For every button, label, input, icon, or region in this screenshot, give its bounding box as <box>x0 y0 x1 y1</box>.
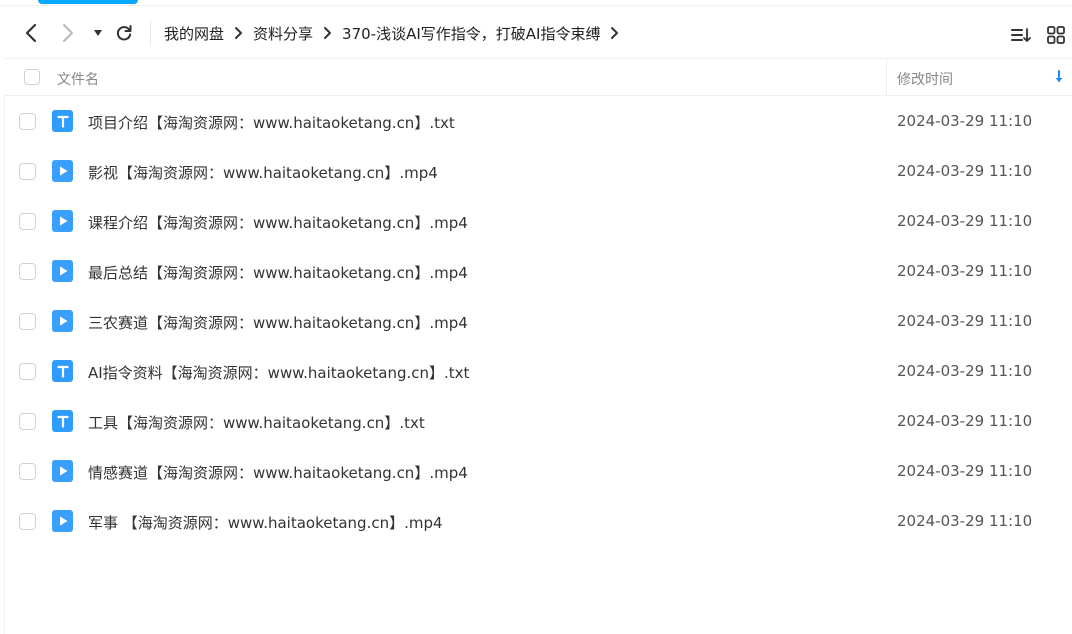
back-button[interactable] <box>18 20 44 46</box>
file-checkbox[interactable] <box>19 263 36 280</box>
file-name[interactable]: 最后总结【海淘资源网：www.haitaoketang.cn】.mp4 <box>88 262 468 283</box>
refresh-icon <box>116 25 132 41</box>
file-checkbox[interactable] <box>19 513 36 530</box>
forward-button[interactable] <box>55 20 81 46</box>
file-checkbox[interactable] <box>19 113 36 130</box>
breadcrumb-item-my-drive[interactable]: 我的网盘 <box>164 23 224 44</box>
file-row[interactable]: 军事 【海淘资源网：www.haitaoketang.cn】.mp4 2024-0… <box>4 496 1072 546</box>
file-list: 项目介绍【海淘资源网：www.haitaoketang.cn】.txt 2024-… <box>4 96 1072 546</box>
file-name[interactable]: 工具【海淘资源网：www.haitaoketang.cn】.txt <box>88 412 425 433</box>
video-file-icon <box>52 310 73 332</box>
grid-view-icon <box>1047 26 1065 44</box>
file-checkbox[interactable] <box>19 213 36 230</box>
chevron-right-icon[interactable] <box>610 26 619 40</box>
chevron-right-icon <box>63 24 73 42</box>
file-name[interactable]: 项目介绍【海淘资源网：www.haitaoketang.cn】.txt <box>88 112 455 133</box>
history-dropdown-button[interactable] <box>88 20 108 46</box>
text-file-icon <box>52 110 73 132</box>
active-tab-indicator <box>38 0 138 4</box>
sort-button[interactable] <box>1008 22 1034 48</box>
column-header-modified-time[interactable]: 修改时间 <box>897 69 953 89</box>
video-file-icon <box>52 510 73 532</box>
file-modified-time: 2024-03-29 11:10 <box>897 362 1033 380</box>
grid-view-button[interactable] <box>1043 22 1069 48</box>
file-name[interactable]: 三农赛道【海淘资源网：www.haitaoketang.cn】.mp4 <box>88 312 468 333</box>
file-modified-time: 2024-03-29 11:10 <box>897 312 1033 330</box>
file-name[interactable]: 课程介绍【海淘资源网：www.haitaoketang.cn】.mp4 <box>88 212 468 233</box>
breadcrumb-item-current-folder[interactable]: 370-浅谈AI写作指令，打破AI指令束缚 <box>342 23 600 44</box>
toolbar: 我的网盘 资料分享 370-浅谈AI写作指令，打破AI指令束缚 <box>0 8 1072 58</box>
toolbar-separator <box>150 21 151 45</box>
chevron-left-icon <box>25 23 37 43</box>
sort-descending-icon[interactable] <box>1054 69 1064 88</box>
text-file-icon <box>52 410 73 432</box>
file-modified-time: 2024-03-29 11:10 <box>897 212 1033 230</box>
caret-down-icon <box>94 30 102 36</box>
breadcrumb: 我的网盘 资料分享 370-浅谈AI写作指令，打破AI指令束缚 <box>164 21 629 45</box>
file-name[interactable]: AI指令资料【海淘资源网：www.haitaoketang.cn】.txt <box>88 362 469 383</box>
chevron-right-icon <box>234 26 243 40</box>
file-checkbox[interactable] <box>19 363 36 380</box>
refresh-button[interactable] <box>111 20 137 46</box>
file-modified-time: 2024-03-29 11:10 <box>897 162 1033 180</box>
video-file-icon <box>52 160 73 182</box>
video-file-icon <box>52 210 73 232</box>
file-modified-time: 2024-03-29 11:10 <box>897 262 1033 280</box>
file-modified-time: 2024-03-29 11:10 <box>897 512 1033 530</box>
file-checkbox[interactable] <box>19 413 36 430</box>
file-checkbox[interactable] <box>19 463 36 480</box>
file-modified-time: 2024-03-29 11:10 <box>897 112 1033 130</box>
text-file-icon <box>52 360 73 382</box>
file-name[interactable]: 军事 【海淘资源网：www.haitaoketang.cn】.mp4 <box>88 512 443 533</box>
file-row[interactable]: 三农赛道【海淘资源网：www.haitaoketang.cn】.mp4 2024-… <box>4 296 1072 346</box>
chevron-right-icon <box>323 26 332 40</box>
file-list-header: 文件名 修改时间 <box>4 58 1072 96</box>
file-modified-time: 2024-03-29 11:10 <box>897 412 1033 430</box>
file-name[interactable]: 影视【海淘资源网：www.haitaoketang.cn】.mp4 <box>88 162 438 183</box>
file-checkbox[interactable] <box>19 163 36 180</box>
column-divider[interactable] <box>886 59 887 96</box>
file-row[interactable]: 课程介绍【海淘资源网：www.haitaoketang.cn】.mp4 2024-… <box>4 196 1072 246</box>
sort-list-icon <box>1011 28 1031 42</box>
file-row[interactable]: 项目介绍【海淘资源网：www.haitaoketang.cn】.txt 2024-… <box>4 96 1072 146</box>
file-checkbox[interactable] <box>19 313 36 330</box>
select-all-checkbox[interactable] <box>24 69 40 85</box>
video-file-icon <box>52 460 73 482</box>
file-row[interactable]: 影视【海淘资源网：www.haitaoketang.cn】.mp4 2024-03… <box>4 146 1072 196</box>
file-row[interactable]: AI指令资料【海淘资源网：www.haitaoketang.cn】.txt 202… <box>4 346 1072 396</box>
column-header-name[interactable]: 文件名 <box>57 69 99 89</box>
file-row[interactable]: 工具【海淘资源网：www.haitaoketang.cn】.txt 2024-03… <box>4 396 1072 446</box>
file-name[interactable]: 情感赛道【海淘资源网：www.haitaoketang.cn】.mp4 <box>88 462 468 483</box>
file-row[interactable]: 情感赛道【海淘资源网：www.haitaoketang.cn】.mp4 2024-… <box>4 446 1072 496</box>
file-row[interactable]: 最后总结【海淘资源网：www.haitaoketang.cn】.mp4 2024-… <box>4 246 1072 296</box>
breadcrumb-item-shared-materials[interactable]: 资料分享 <box>253 23 313 44</box>
file-modified-time: 2024-03-29 11:10 <box>897 462 1033 480</box>
video-file-icon <box>52 260 73 282</box>
top-divider <box>0 5 1072 6</box>
